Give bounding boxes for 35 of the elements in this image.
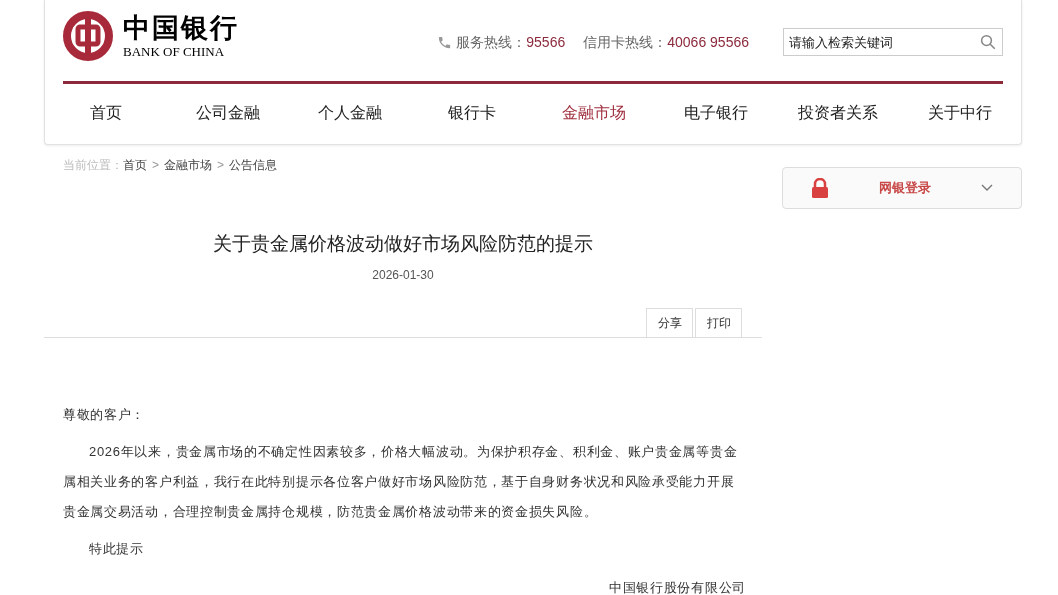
breadcrumb-label: 当前位置： — [63, 157, 123, 174]
breadcrumb-link[interactable]: 公告信息 — [229, 156, 278, 174]
nav-tab[interactable]: 金融市场 — [562, 100, 626, 125]
action-button[interactable]: 分享 — [646, 308, 693, 337]
logo-icon — [63, 10, 113, 61]
greeting-text: 尊敬的客户： — [63, 406, 147, 424]
article-title: 关于贵金属价格波动做好市场风险防范的提示 — [213, 232, 593, 256]
nav-tab[interactable]: 首页 — [90, 100, 122, 125]
hotline-label: 服务热线： — [456, 32, 527, 52]
login-button[interactable]: 网银登录 — [782, 167, 1022, 209]
action-button[interactable]: 打印 — [695, 308, 742, 337]
body-paragraph: 特此提示 — [88, 540, 145, 558]
nav-tab[interactable]: 银行卡 — [448, 100, 496, 125]
article-date: 2026-01-30 — [372, 267, 434, 284]
phone-icon — [437, 34, 453, 50]
breadcrumb-separator: > — [217, 157, 225, 174]
breadcrumb-link[interactable]: 首页 — [123, 156, 147, 174]
search-icon[interactable] — [979, 33, 997, 51]
hotline-label: 信用卡热线： — [583, 32, 668, 52]
nav-tab[interactable]: 电子银行 — [684, 100, 748, 125]
hotline-number: 40066 95566 — [667, 32, 749, 52]
breadcrumb-link[interactable]: 金融市场 — [164, 156, 212, 174]
body-paragraph: 2026年以来，贵金属市场的不确定性因素较多，价格大幅波动。为保护积存金、积利金、账户贵金属等贵金属相关业务的客户利益，我行在此特别提示各位客户做好市场风险防范，基于自身财务状况和风险承受能力开展贵金属交易活动，合理控制贵金属持仓规模，防范贵金属价格波动带来的资金损失风险。 — [63, 443, 739, 521]
nav-tab[interactable]: 关于中行 — [928, 100, 992, 125]
nav-tab[interactable]: 投资者关系 — [798, 100, 878, 125]
signature-text: 中国银行股份有限公司 — [608, 579, 746, 595]
hotline-number: 95566 — [526, 32, 566, 52]
breadcrumb-separator: > — [152, 157, 159, 174]
search-field[interactable]: 请输入检索关键词 — [783, 28, 1003, 56]
nav-tab[interactable]: 个人金融 — [318, 100, 382, 125]
logo-chinese-name: 中国银行 — [123, 11, 239, 44]
logo-english-name: BANK OF CHINA — [123, 43, 226, 60]
lock-icon — [811, 178, 829, 198]
nav-tab[interactable]: 公司金融 — [196, 100, 260, 125]
chevron-down-icon — [981, 184, 993, 192]
